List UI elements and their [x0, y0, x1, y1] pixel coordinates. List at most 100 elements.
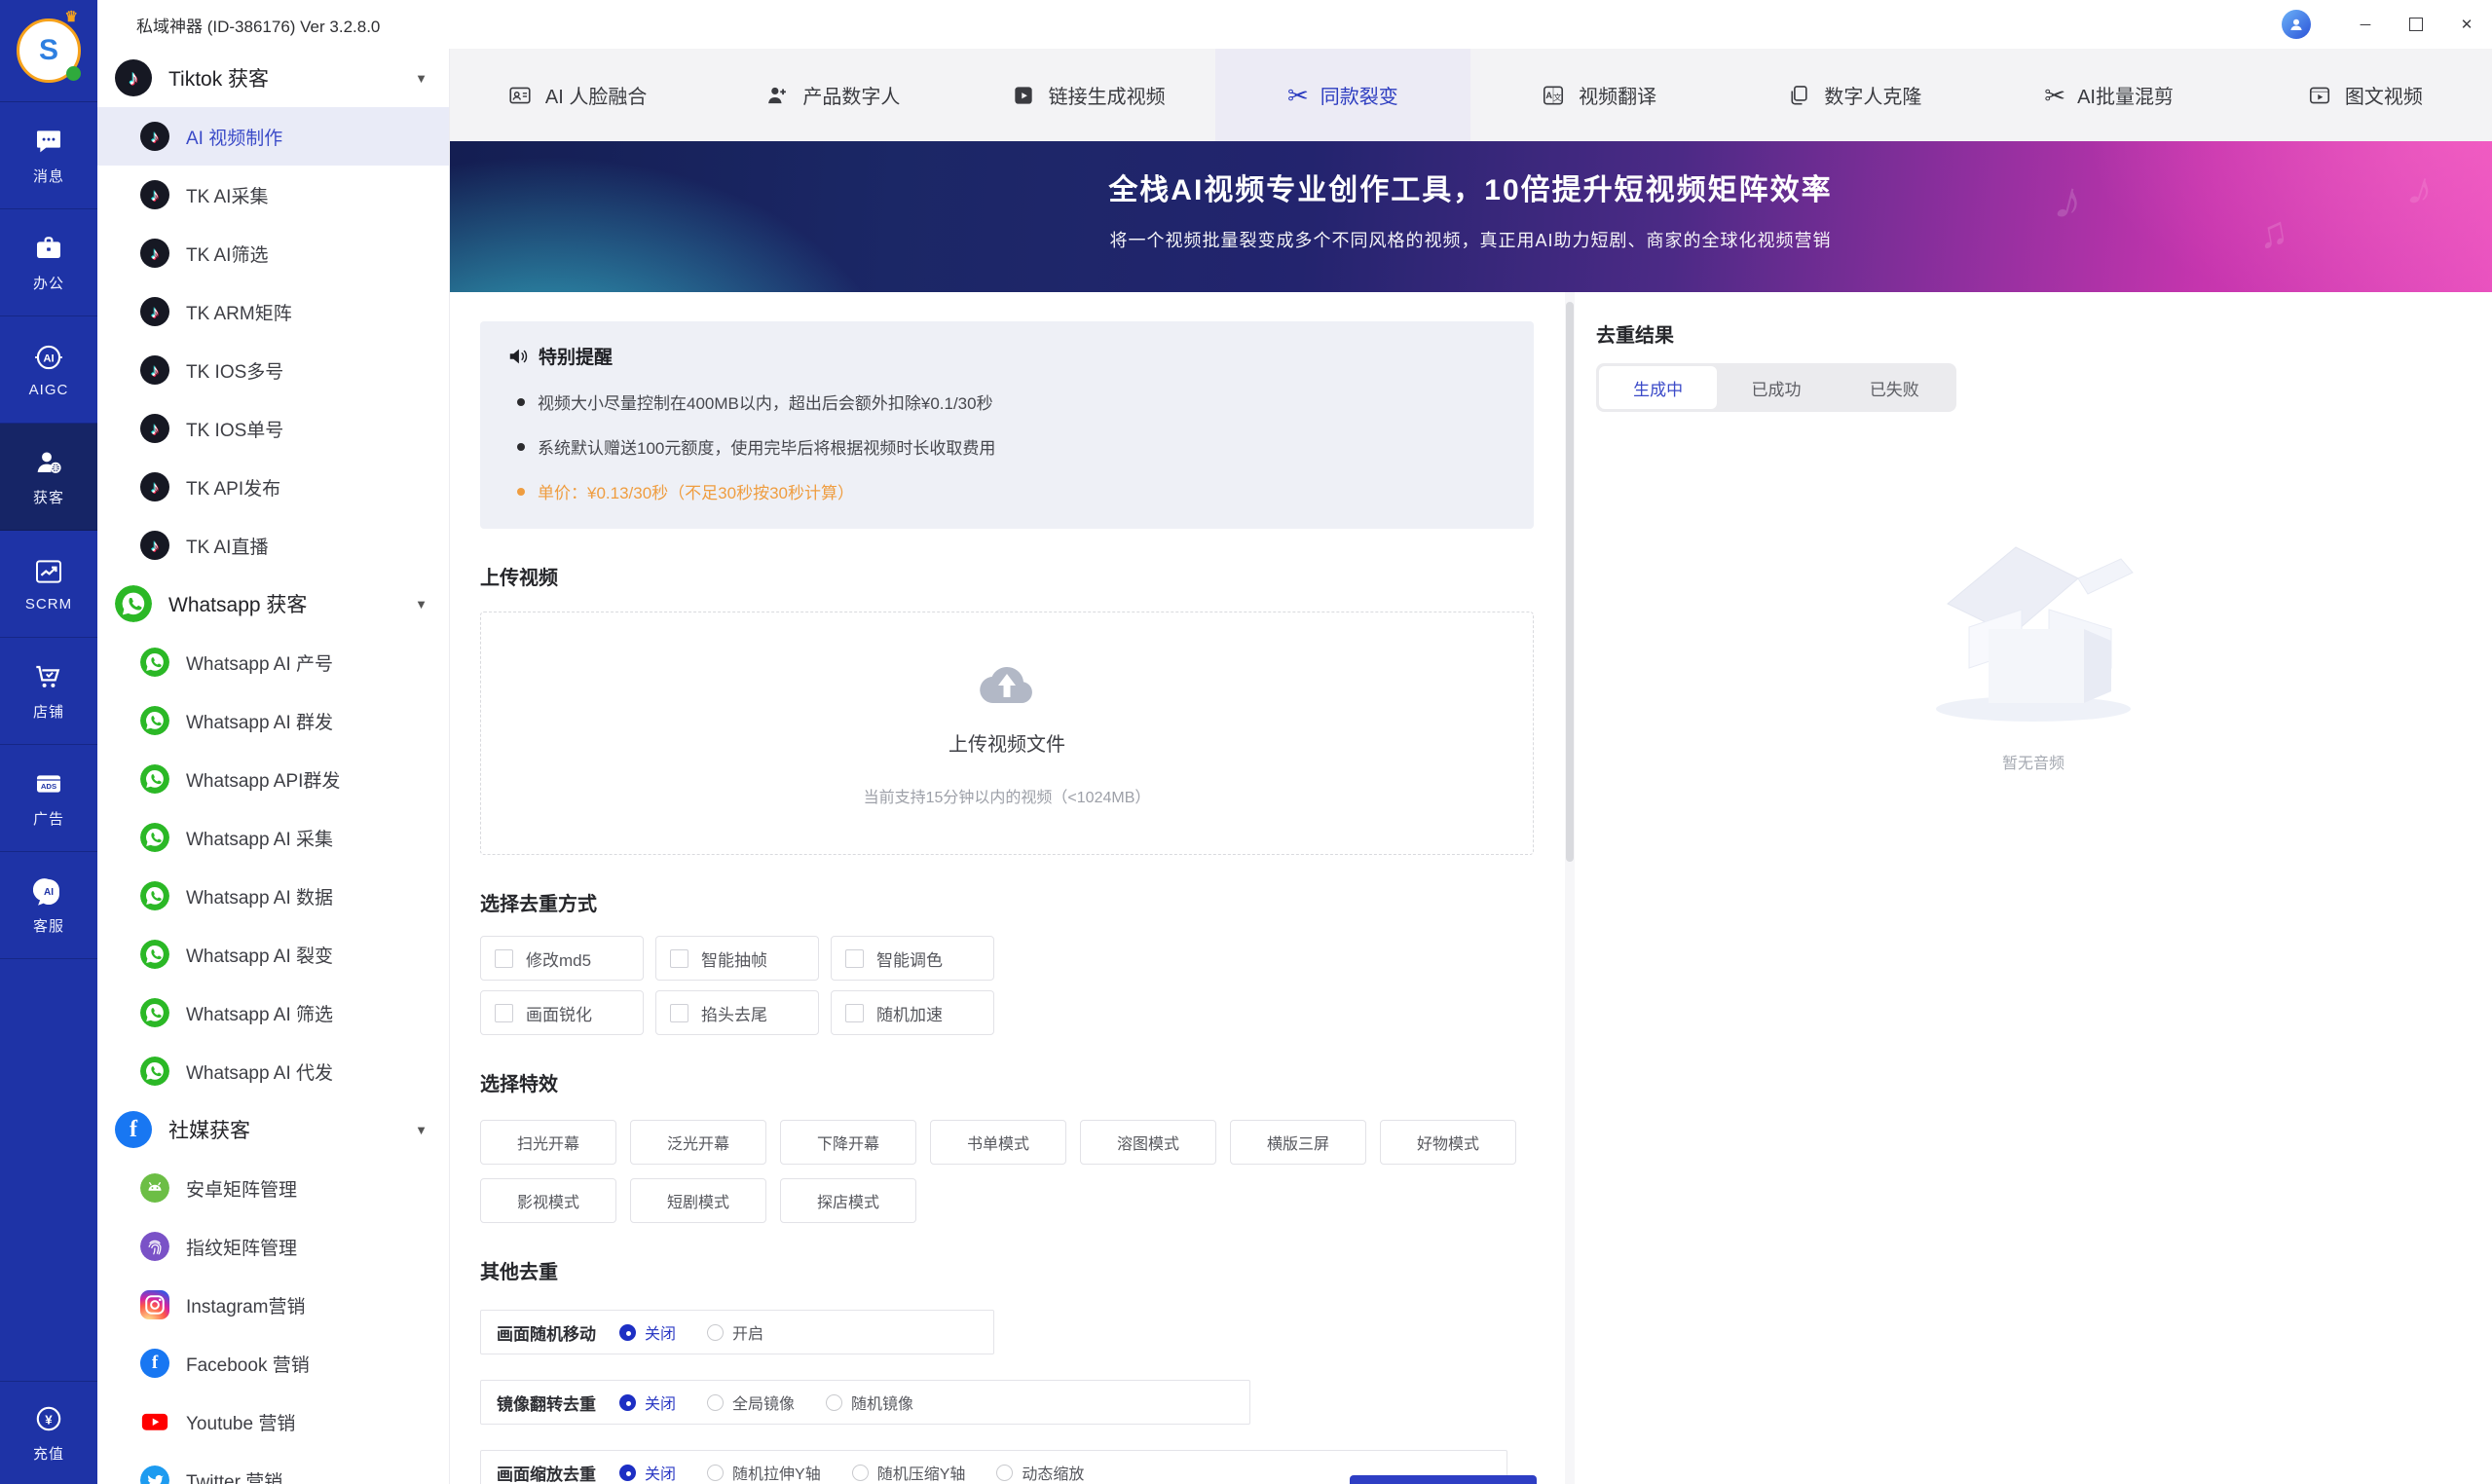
radio-option[interactable]: 开启	[707, 1320, 763, 1344]
radio-option[interactable]: 关闭	[619, 1320, 676, 1344]
upload-dropzone[interactable]: 上传视频文件 当前支持15分钟以内的视频（<1024MB）	[480, 612, 1534, 855]
tab-image-text-video[interactable]: 图文视频	[2237, 49, 2492, 141]
rail-item-office[interactable]: 办公	[0, 209, 97, 316]
results-tab-2[interactable]: 已失败	[1836, 366, 1953, 409]
dedup-option-checkbox[interactable]: 智能抽帧	[655, 936, 819, 981]
radio-icon	[707, 1393, 725, 1411]
dedup-option-checkbox[interactable]: 修改md5	[480, 936, 644, 981]
effect-button[interactable]: 影视模式	[480, 1178, 616, 1223]
rail-item-label: 办公	[32, 275, 64, 292]
rail-item-acquisition[interactable]: 获客	[0, 424, 97, 531]
rail-item-aigc[interactable]: AI AIGC	[0, 316, 97, 424]
sidebar-item-tk-ai-live[interactable]: ♪ TK AI直播	[97, 516, 449, 575]
sidebar-item-wa-ai-send[interactable]: Whatsapp AI 代发	[97, 1042, 449, 1100]
rail-item-scrm[interactable]: SCRM	[0, 531, 97, 638]
sidebar-item-wa-ai-filter[interactable]: Whatsapp AI 筛选	[97, 983, 449, 1042]
content-scrollbar-track	[1565, 292, 1575, 1484]
rail-item-shop[interactable]: 店铺	[0, 638, 97, 745]
checkbox-icon	[670, 948, 688, 968]
sidebar-item-wa-ai-data[interactable]: Whatsapp AI 数据	[97, 867, 449, 925]
radio-option[interactable]: 随机压缩Y轴	[851, 1461, 965, 1484]
effect-button[interactable]: 探店模式	[780, 1178, 916, 1223]
tab-link-gen-video[interactable]: 链接生成视频	[960, 49, 1215, 141]
effect-button[interactable]: 扫光开幕	[480, 1120, 616, 1165]
sidebar-group-whatsapp-group[interactable]: Whatsapp 获客 ▼	[97, 575, 449, 633]
sidebar-item-youtube-marketing[interactable]: Youtube 营销	[97, 1392, 449, 1451]
hero-banner: ♪ ♫ ♪ 全栈AI视频专业创作工具，10倍提升短视频矩阵效率 将一个视频批量裂…	[449, 141, 2492, 292]
sidebar-item-tk-ios-single[interactable]: ♪ TK IOS单号	[97, 399, 449, 458]
sidebar-group-social-group[interactable]: f 社媒获客 ▼	[97, 1100, 449, 1159]
sidebar-item-wa-api-bulk[interactable]: Whatsapp API群发	[97, 750, 449, 808]
radio-option[interactable]: 随机镜像	[826, 1391, 913, 1414]
sidebar-item-android-matrix[interactable]: 安卓矩阵管理	[97, 1159, 449, 1217]
effect-button[interactable]: 溶图模式	[1080, 1120, 1216, 1165]
rail-item-label: AIGC	[28, 381, 69, 398]
facebook-icon: f	[115, 1111, 152, 1148]
sidebar-item-fingerprint-matrix[interactable]: 指纹矩阵管理	[97, 1217, 449, 1276]
dedup-option-checkbox[interactable]: 掐头去尾	[655, 990, 819, 1035]
tab-ai-batch-cut[interactable]: ✂ AI批量混剪	[1982, 49, 2237, 141]
radio-option[interactable]: 关闭	[619, 1391, 676, 1414]
close-button[interactable]: ✕	[2441, 0, 2492, 49]
radio-option[interactable]: 关闭	[619, 1461, 676, 1484]
sidebar-item-wa-ai-fission[interactable]: Whatsapp AI 裂变	[97, 925, 449, 983]
sidebar-item-tk-ai-collect[interactable]: ♪ TK AI采集	[97, 166, 449, 224]
effect-button[interactable]: 好物模式	[1380, 1120, 1516, 1165]
tiktok-icon: ♪	[140, 414, 169, 443]
effect-button[interactable]: 短剧模式	[630, 1178, 766, 1223]
dedup-option-checkbox[interactable]: 智能调色	[831, 936, 994, 981]
sidebar-item-wa-ai-account[interactable]: Whatsapp AI 产号	[97, 633, 449, 691]
svg-text:¥: ¥	[45, 1412, 53, 1427]
tab-avatar-clone[interactable]: 数字人克隆	[1726, 49, 1981, 141]
rail-item-ads[interactable]: ADS 广告	[0, 745, 97, 852]
dedup-option-checkbox[interactable]: 随机加速	[831, 990, 994, 1035]
sidebar-item-ai-video-create[interactable]: ♪ AI 视频制作	[97, 107, 449, 166]
sidebar-item-twitter-marketing[interactable]: Twitter 营销	[97, 1451, 449, 1484]
radio-icon	[826, 1393, 843, 1411]
radio-label: 随机镜像	[851, 1396, 914, 1413]
maximize-button[interactable]	[2391, 0, 2441, 49]
tab-product-avatar[interactable]: 产品数字人	[704, 49, 959, 141]
sidebar-label: Whatsapp AI 裂变	[186, 946, 334, 967]
tab-ai-face-fusion[interactable]: AI 人脸融合	[449, 49, 704, 141]
results-tab-1[interactable]: 已成功	[1717, 366, 1835, 409]
effect-button[interactable]: 横版三屏	[1230, 1120, 1366, 1165]
effect-button[interactable]: 泛光开幕	[630, 1120, 766, 1165]
sidebar-item-tk-api-publish[interactable]: ♪ TK API发布	[97, 458, 449, 516]
sidebar-item-tk-ios-multi[interactable]: ♪ TK IOS多号	[97, 341, 449, 399]
effect-button[interactable]: 书单模式	[930, 1120, 1066, 1165]
sidebar-item-tk-arm-matrix[interactable]: ♪ TK ARM矩阵	[97, 282, 449, 341]
sidebar-item-tk-ai-filter[interactable]: ♪ TK AI筛选	[97, 224, 449, 282]
app-logo: S ♛	[0, 0, 97, 102]
results-title: 去重结果	[1596, 325, 1674, 347]
tab-video-translate[interactable]: A 文视频翻译	[1470, 49, 1726, 141]
tab-label: 产品数字人	[802, 87, 901, 108]
sidebar-group-tiktok-group[interactable]: ♪ Tiktok 获客 ▼	[97, 49, 449, 107]
generate-button-partial[interactable]	[1350, 1475, 1537, 1484]
rail-item-service[interactable]: AI 客服	[0, 852, 97, 959]
content-scrollbar-thumb[interactable]	[1566, 302, 1574, 862]
effect-button[interactable]: 下降开幕	[780, 1120, 916, 1165]
sidebar-item-facebook-marketing[interactable]: f Facebook 营销	[97, 1334, 449, 1392]
titlebar: 私域神器 (ID-386176) Ver 3.2.8.0 ─ ✕	[97, 0, 2492, 49]
rail-item-messages[interactable]: 消息	[0, 102, 97, 209]
user-avatar[interactable]	[2282, 10, 2311, 39]
sidebar-label: Whatsapp AI 代发	[186, 1062, 334, 1084]
tab-label: AI批量混剪	[2077, 87, 2174, 108]
rail-item-recharge[interactable]: ¥ 充值	[0, 1381, 97, 1484]
minimize-button[interactable]: ─	[2340, 0, 2391, 49]
sidebar-item-wa-ai-collect[interactable]: Whatsapp AI 采集	[97, 808, 449, 867]
results-tab-0[interactable]: 生成中	[1599, 366, 1718, 409]
whatsapp-icon	[115, 585, 152, 622]
radio-option[interactable]: 全局镜像	[707, 1391, 795, 1414]
upload-section-title: 上传视频	[480, 568, 558, 589]
radio-option[interactable]: 随机拉伸Y轴	[707, 1461, 821, 1484]
dedup-option-label: 画面锐化	[526, 1005, 592, 1024]
radio-label: 关闭	[645, 1326, 677, 1343]
android-icon	[140, 1173, 169, 1203]
tab-same-fission[interactable]: ✂ 同款裂变	[1214, 49, 1470, 141]
dedup-option-checkbox[interactable]: 画面锐化	[480, 990, 644, 1035]
sidebar-item-wa-ai-bulk[interactable]: Whatsapp AI 群发	[97, 691, 449, 750]
radio-option[interactable]: 动态缩放	[996, 1461, 1084, 1484]
sidebar-item-instagram-marketing[interactable]: Instagram营销	[97, 1276, 449, 1334]
